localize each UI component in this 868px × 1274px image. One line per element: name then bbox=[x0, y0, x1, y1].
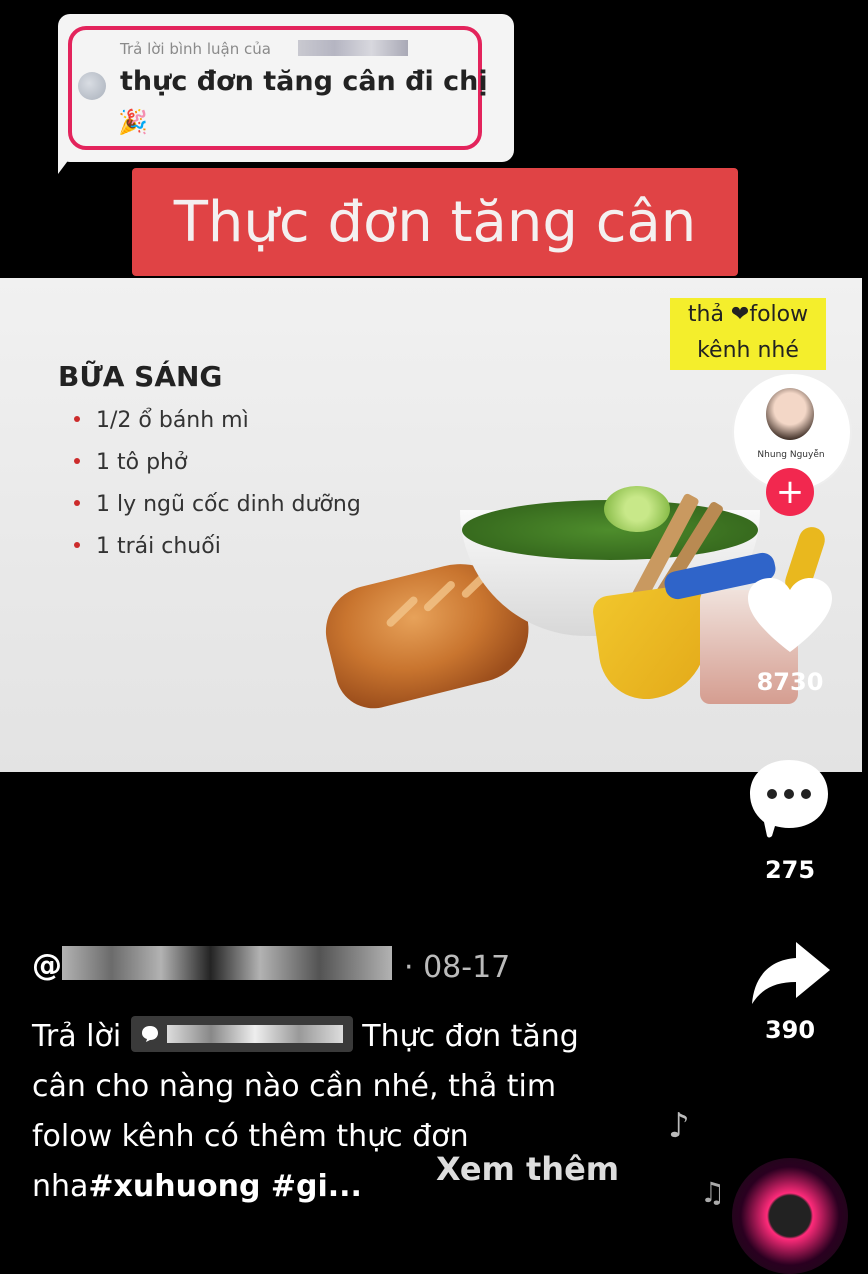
commenter-avatar bbox=[78, 72, 106, 100]
share-count: 390 bbox=[764, 1016, 816, 1044]
party-emoji: 🎉 bbox=[118, 108, 148, 136]
follow-button[interactable]: + bbox=[766, 468, 814, 516]
bullet-icon bbox=[74, 542, 80, 548]
menu-item: 1 tô phở bbox=[74, 450, 187, 475]
avatar-photo bbox=[766, 388, 814, 440]
see-more-button[interactable]: Xem thêm bbox=[436, 1150, 619, 1188]
bubble-tail bbox=[58, 150, 76, 174]
reply-comment-text: thực đơn tăng cân đi chị bbox=[120, 66, 488, 97]
heart-icon[interactable] bbox=[746, 576, 834, 656]
caption-hashtags[interactable]: #xuhuong #gi... bbox=[88, 1169, 362, 1204]
reply-comment-chip[interactable] bbox=[130, 1015, 353, 1052]
menu-item: 1 ly ngũ cốc dinh dưỡng bbox=[74, 492, 361, 517]
lime-image bbox=[604, 486, 670, 532]
meal-heading: BỮA SÁNG bbox=[58, 360, 223, 393]
avatar-name-label: Nhung Nguyễn bbox=[757, 450, 825, 460]
menu-item-label: 1 trái chuối bbox=[96, 534, 221, 559]
creator-handle[interactable]: @ bbox=[32, 948, 62, 983]
video-title: Thực đơn tăng cân bbox=[173, 189, 697, 255]
share-icon[interactable] bbox=[750, 940, 832, 1006]
bullet-icon bbox=[74, 416, 80, 422]
blurred-username bbox=[298, 40, 408, 56]
follow-sticker-line2: kênh nhé bbox=[697, 338, 799, 363]
music-note-icon: ♪ bbox=[668, 1106, 690, 1146]
menu-item-label: 1 tô phở bbox=[96, 450, 188, 475]
comment-icon[interactable] bbox=[746, 756, 832, 840]
reply-header-label: Trả lời bình luận của bbox=[120, 40, 271, 58]
comment-count: 275 bbox=[764, 856, 816, 884]
menu-item: 1 trái chuối bbox=[74, 534, 221, 559]
music-disc-icon[interactable] bbox=[732, 1158, 848, 1274]
like-count: 8730 bbox=[756, 668, 824, 696]
blurred-commenter bbox=[166, 1024, 343, 1043]
post-date: · 08-17 bbox=[404, 950, 511, 985]
menu-item: 1/2 ổ bánh mì bbox=[74, 408, 249, 433]
menu-item-label: 1 ly ngũ cốc dinh dưỡng bbox=[96, 492, 361, 517]
comment-chip-icon bbox=[141, 1025, 158, 1042]
bullet-icon bbox=[74, 458, 80, 464]
menu-item-label: 1/2 ổ bánh mì bbox=[96, 408, 249, 433]
music-note-icon: ♫ bbox=[700, 1176, 726, 1209]
reply-prefix: Trả lời bbox=[32, 1019, 122, 1054]
follow-sticker-line1: thả ❤folow bbox=[687, 302, 809, 327]
bullet-icon bbox=[74, 500, 80, 506]
blurred-handle bbox=[62, 946, 392, 980]
